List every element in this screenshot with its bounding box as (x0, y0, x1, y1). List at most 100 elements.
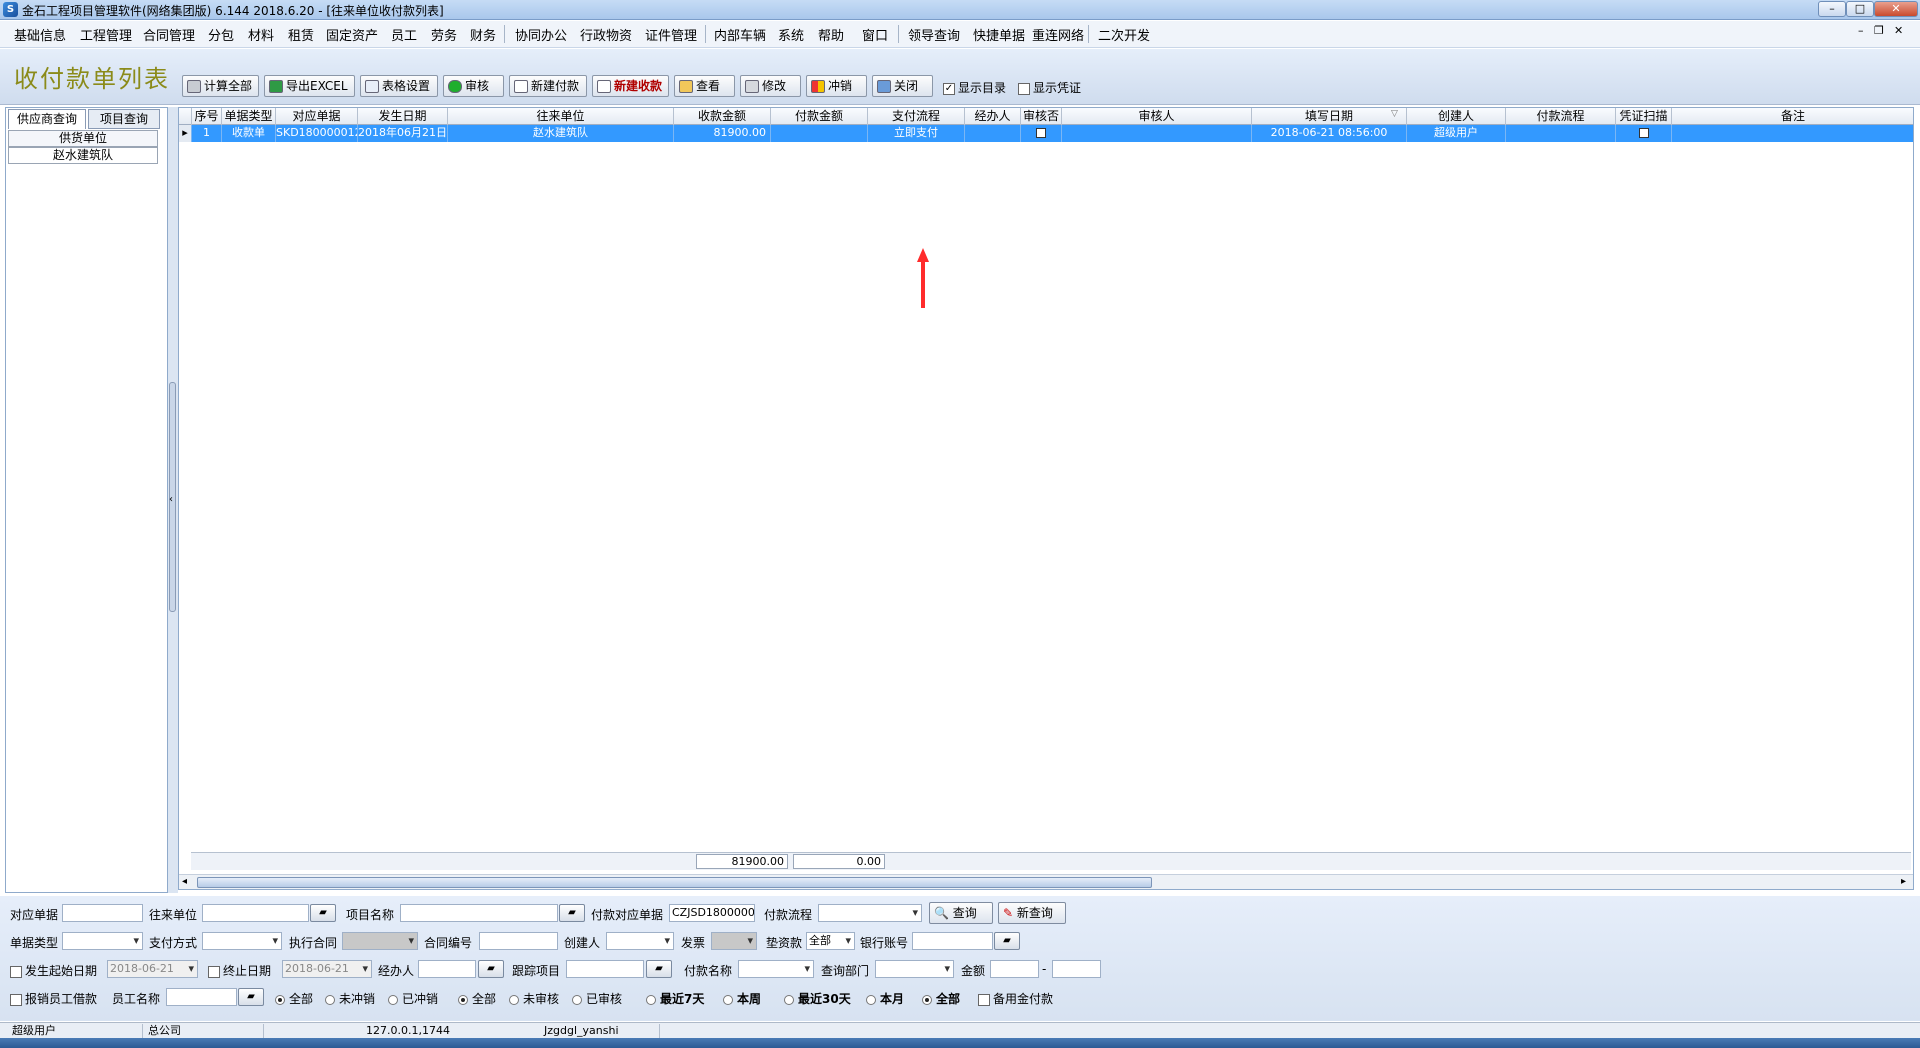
col-header-audited[interactable]: 审核否 (1021, 108, 1062, 125)
col-header-pay-flow[interactable]: 付款流程 (1506, 108, 1616, 125)
cell-pay-process[interactable]: 立即支付 (868, 125, 965, 142)
col-header-counterparty[interactable]: 往来单位 (448, 108, 674, 125)
menu-basic-info[interactable]: 基础信息 (14, 25, 66, 44)
pay-flow-select[interactable] (818, 904, 922, 922)
project-picker-icon[interactable]: ▰ (559, 904, 585, 922)
query-dept-select[interactable] (875, 960, 954, 978)
cell-creator[interactable]: 超级用户 (1407, 125, 1506, 142)
period-30days-radio[interactable]: 最近30天 (784, 990, 851, 1007)
voucher-scan-checkbox[interactable] (1638, 128, 1649, 138)
period-month-radio[interactable]: 本月 (866, 990, 904, 1007)
minimize-button[interactable]: – (1818, 1, 1846, 17)
write-off-button[interactable]: 冲销 (806, 75, 867, 97)
cell-related-doc[interactable]: SKD180000012 (276, 125, 358, 142)
contract-no-input[interactable] (479, 932, 558, 950)
tab-supplier-query[interactable]: 供应商查询 (8, 109, 86, 129)
table-row[interactable]: ▸ 1 收款单 SKD180000012 2018年06月21日 赵水建筑队 8… (179, 125, 1913, 142)
amount-min-input[interactable] (990, 960, 1039, 978)
cell-audited[interactable] (1021, 125, 1062, 142)
invoice-select[interactable] (711, 932, 757, 950)
employee-picker-icon[interactable]: ▰ (238, 988, 264, 1006)
counterparty-input[interactable] (202, 904, 309, 922)
mdi-minimize-icon[interactable]: – (1858, 24, 1864, 37)
col-header-date[interactable]: 发生日期 (358, 108, 448, 125)
spare-fund-checkbox[interactable]: 备用金付款 (978, 990, 1053, 1007)
menu-reconnect[interactable]: 重连网络 (1032, 25, 1084, 44)
handler-input[interactable] (418, 960, 476, 978)
cell-seq[interactable]: 1 (192, 125, 222, 142)
scroll-left-icon[interactable]: ◂ (182, 876, 187, 887)
audit-all-radio[interactable]: 全部 (458, 990, 496, 1007)
supplier-list-item[interactable]: 赵水建筑队 (8, 147, 158, 164)
col-header-remark[interactable]: 备注 (1672, 108, 1913, 125)
offset-done-radio[interactable]: 已冲销 (388, 990, 438, 1007)
scroll-right-icon[interactable]: ▸ (1901, 876, 1906, 887)
col-header-voucher-scan[interactable]: 凭证扫描 (1616, 108, 1672, 125)
handler-picker-icon[interactable]: ▰ (478, 960, 504, 978)
cell-date[interactable]: 2018年06月21日 (358, 125, 448, 142)
cell-doc-type[interactable]: 收款单 (222, 125, 276, 142)
horizontal-scrollbar[interactable]: ◂ ▸ (179, 874, 1913, 889)
exec-contract-select[interactable] (342, 932, 418, 950)
period-week-radio[interactable]: 本周 (723, 990, 761, 1007)
cell-filled-date[interactable]: 2018-06-21 08:56:00 (1252, 125, 1407, 142)
track-project-picker-icon[interactable]: ▰ (646, 960, 672, 978)
menu-quick-docs[interactable]: 快捷单据 (973, 25, 1025, 44)
col-header-payment-amount[interactable]: 付款金额 (771, 108, 868, 125)
creator-select[interactable] (606, 932, 674, 950)
period-all-radio[interactable]: 全部 (922, 990, 960, 1007)
period-7days-radio[interactable]: 最近7天 (646, 990, 704, 1007)
counterparty-picker-icon[interactable]: ▰ (310, 904, 336, 922)
cell-pay-flow[interactable] (1506, 125, 1616, 142)
advance-select[interactable]: 全部 (806, 932, 855, 950)
col-header-handler[interactable]: 经办人 (965, 108, 1021, 125)
offset-all-radio[interactable]: 全部 (275, 990, 313, 1007)
audit-done-radio[interactable]: 已审核 (572, 990, 622, 1007)
col-header-filled-date[interactable]: 填写日期 (1252, 108, 1407, 125)
pay-related-doc-input[interactable]: CZJSD18000000 (669, 904, 755, 922)
panel-splitter[interactable]: ‹ (168, 107, 178, 893)
menu-collab-office[interactable]: 协同办公 (515, 25, 567, 44)
query-button[interactable]: 🔍 查询 (929, 902, 993, 924)
project-name-input[interactable] (400, 904, 558, 922)
cell-voucher-scan[interactable] (1616, 125, 1672, 142)
col-header-receipt-amount[interactable]: 收款金额 (674, 108, 771, 125)
close-button[interactable]: 关闭 (872, 75, 933, 97)
menu-help[interactable]: 帮助 (818, 25, 844, 44)
show-voucher-checkbox[interactable]: 显示凭证 (1018, 79, 1081, 96)
tab-project-query[interactable]: 项目查询 (88, 109, 160, 129)
calc-all-button[interactable]: 计算全部 (182, 75, 259, 97)
cell-auditor[interactable] (1062, 125, 1252, 142)
show-catalog-checkbox[interactable]: ✓ 显示目录 (943, 79, 1006, 96)
menu-certificates[interactable]: 证件管理 (645, 25, 697, 44)
pay-name-select[interactable] (738, 960, 814, 978)
menu-leader-query[interactable]: 领导查询 (908, 25, 960, 44)
amount-max-input[interactable] (1052, 960, 1101, 978)
menu-system[interactable]: 系统 (778, 25, 804, 44)
start-date-picker[interactable]: 2018-06-21 (107, 960, 198, 978)
employee-name-input[interactable] (166, 988, 237, 1006)
export-excel-button[interactable]: 导出EXCEL (264, 75, 355, 97)
pay-method-select[interactable] (202, 932, 282, 950)
col-header-creator[interactable]: 创建人 (1407, 108, 1506, 125)
new-query-button[interactable]: ✎ 新查询 (998, 902, 1066, 924)
end-date-picker[interactable]: 2018-06-21 (282, 960, 372, 978)
cell-payment-amount[interactable] (771, 125, 868, 142)
menu-material[interactable]: 材料 (248, 25, 274, 44)
cell-remark[interactable] (1672, 125, 1913, 142)
cell-receipt-amount[interactable]: 81900.00 (674, 125, 771, 142)
menu-staff[interactable]: 员工 (391, 25, 417, 44)
col-header-pay-process[interactable]: 支付流程 (868, 108, 965, 125)
cell-counterparty[interactable]: 赵水建筑队 (448, 125, 674, 142)
menu-vehicles[interactable]: 内部车辆 (714, 25, 766, 44)
menu-finance[interactable]: 财务 (470, 25, 496, 44)
menu-engineering[interactable]: 工程管理 (80, 25, 132, 44)
new-payment-button[interactable]: 新建付款 (509, 75, 587, 97)
scrollbar-thumb[interactable] (197, 877, 1152, 888)
audited-checkbox[interactable] (1036, 128, 1046, 138)
audit-button[interactable]: 审核 (443, 75, 504, 97)
cell-handler[interactable] (965, 125, 1021, 142)
menu-fixed-assets[interactable]: 固定资产 (326, 25, 378, 44)
mdi-close-icon[interactable]: ✕ (1894, 24, 1903, 37)
maximize-button[interactable]: □ (1846, 1, 1874, 17)
